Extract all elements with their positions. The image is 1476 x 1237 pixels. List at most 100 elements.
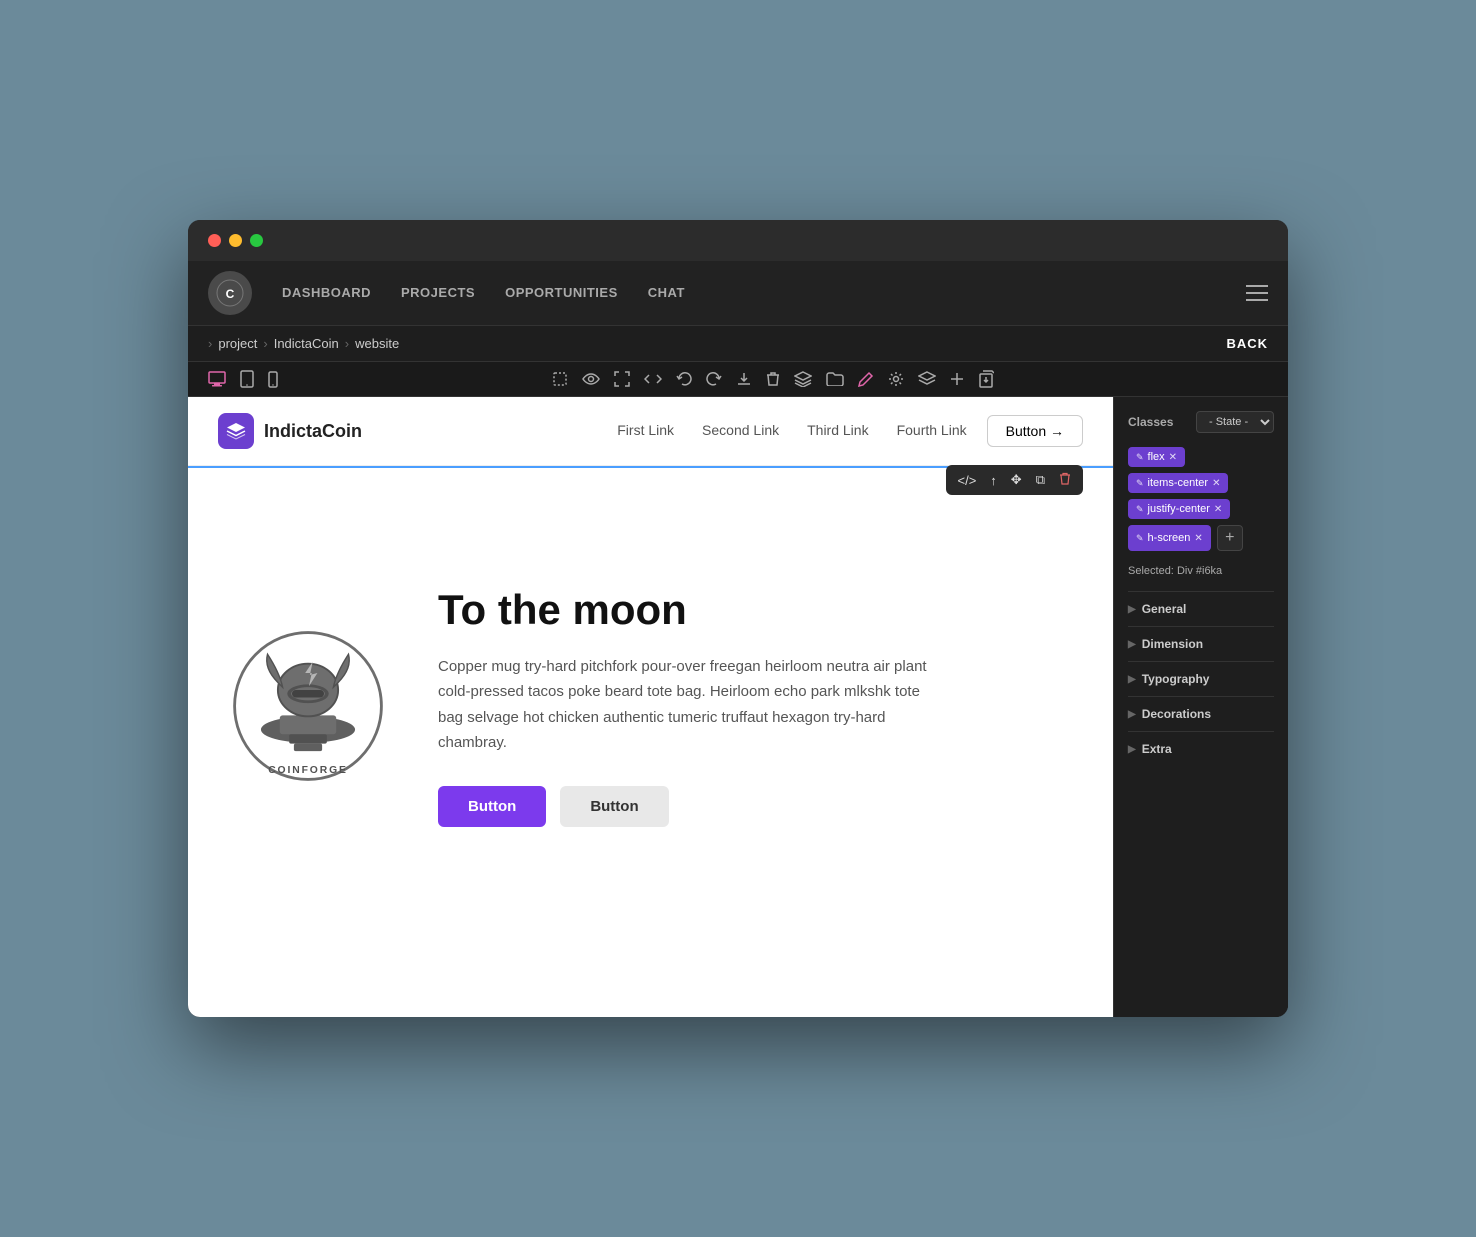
site-nav-third-link[interactable]: Third Link bbox=[807, 422, 868, 440]
tag-flex: ✎ flex ✕ bbox=[1128, 447, 1185, 467]
nav-item-dashboard[interactable]: DASHBOARD bbox=[282, 284, 371, 302]
breadcrumb-bar: › project › IndictaCoin › website BACK bbox=[188, 326, 1288, 362]
site-nav-button[interactable]: Button → bbox=[987, 415, 1083, 447]
center-toolbar-icons bbox=[552, 370, 994, 388]
close-button[interactable] bbox=[208, 234, 221, 247]
site-nav-first-link[interactable]: First Link bbox=[617, 422, 674, 440]
site-logo: IndictaCoin bbox=[218, 413, 362, 449]
section-extra: ▶ Extra bbox=[1128, 731, 1274, 766]
tag-flex-remove[interactable]: ✕ bbox=[1169, 452, 1177, 463]
tag-items-center-remove[interactable]: ✕ bbox=[1212, 478, 1220, 489]
app-window: C DASHBOARD PROJECTS OPPORTUNITIES CHAT … bbox=[188, 220, 1288, 1017]
hero-section: COINFORGE To the moon Copper mug try-har… bbox=[188, 466, 1113, 946]
breadcrumb-chevron: › bbox=[208, 336, 212, 351]
site-logo-icon bbox=[218, 413, 254, 449]
main-nav: C DASHBOARD PROJECTS OPPORTUNITIES CHAT bbox=[188, 261, 1288, 326]
svg-text:C: C bbox=[226, 287, 235, 301]
element-toolbar: </> ↑ ✥ ⧉ bbox=[946, 465, 1084, 495]
section-extra-header[interactable]: ▶ Extra bbox=[1128, 742, 1274, 756]
tag-h-screen-remove[interactable]: ✕ bbox=[1194, 533, 1202, 544]
section-decorations-header[interactable]: ▶ Decorations bbox=[1128, 707, 1274, 721]
nav-links: DASHBOARD PROJECTS OPPORTUNITIES CHAT bbox=[282, 284, 685, 302]
tag-justify-center: ✎ justify-center ✕ bbox=[1128, 499, 1230, 519]
add-tag-button[interactable]: + bbox=[1217, 525, 1243, 551]
hero-secondary-button[interactable]: Button bbox=[560, 786, 668, 827]
tag-flex-label: flex bbox=[1148, 451, 1165, 463]
add-icon[interactable] bbox=[950, 372, 964, 386]
section-extra-label: Extra bbox=[1142, 742, 1172, 756]
element-code-button[interactable]: </> bbox=[952, 470, 983, 491]
section-typography: ▶ Typography bbox=[1128, 661, 1274, 696]
redo-icon[interactable] bbox=[706, 371, 722, 387]
mobile-icon[interactable] bbox=[268, 371, 278, 388]
tag-justify-center-label: justify-center bbox=[1148, 503, 1210, 515]
section-decorations-label: Decorations bbox=[1142, 707, 1211, 721]
settings-icon[interactable] bbox=[888, 371, 904, 387]
hero-body: Copper mug try-hard pitchfork pour-over … bbox=[438, 654, 938, 756]
download-icon[interactable] bbox=[736, 371, 752, 387]
breadcrumb-item-indicta[interactable]: IndictaCoin bbox=[274, 336, 339, 351]
site-nav: IndictaCoin First Link Second Link Third… bbox=[188, 397, 1113, 466]
trash-icon[interactable] bbox=[766, 371, 780, 387]
breadcrumb: › project › IndictaCoin › website bbox=[208, 336, 399, 351]
folder-icon[interactable] bbox=[826, 372, 844, 386]
tags-area: ✎ flex ✕ ✎ items-center ✕ ✎ justify-cent… bbox=[1128, 447, 1274, 551]
tag-h-screen-label: h-screen bbox=[1148, 532, 1191, 544]
section-typography-chevron: ▶ bbox=[1128, 674, 1136, 685]
nav-item-chat[interactable]: CHAT bbox=[648, 284, 685, 302]
nav-item-opportunities[interactable]: OPPORTUNITIES bbox=[505, 284, 618, 302]
element-copy-button[interactable]: ⧉ bbox=[1030, 469, 1051, 491]
import-icon[interactable] bbox=[978, 370, 994, 388]
hero-primary-button[interactable]: Button bbox=[438, 786, 546, 827]
tag-justify-center-remove[interactable]: ✕ bbox=[1214, 504, 1222, 515]
section-dimension-label: Dimension bbox=[1142, 637, 1203, 651]
element-move-button[interactable]: ✥ bbox=[1005, 469, 1028, 491]
fullscreen-icon[interactable] bbox=[614, 371, 630, 387]
section-dimension-chevron: ▶ bbox=[1128, 639, 1136, 650]
tag-items-center: ✎ items-center ✕ bbox=[1128, 473, 1228, 493]
element-delete-button[interactable] bbox=[1053, 469, 1077, 491]
hamburger-menu[interactable] bbox=[1246, 285, 1268, 301]
section-general-chevron: ▶ bbox=[1128, 604, 1136, 615]
tablet-icon[interactable] bbox=[240, 370, 254, 388]
select-icon[interactable] bbox=[552, 371, 568, 387]
section-general-header[interactable]: ▶ General bbox=[1128, 602, 1274, 616]
eye-icon[interactable] bbox=[582, 373, 600, 385]
breadcrumb-item-project[interactable]: project bbox=[218, 336, 257, 351]
stack-icon[interactable] bbox=[918, 371, 936, 387]
site-nav-second-link[interactable]: Second Link bbox=[702, 422, 779, 440]
code-icon[interactable] bbox=[644, 372, 662, 386]
right-panel: Classes - State - ✎ flex ✕ ✎ items-cente… bbox=[1113, 397, 1288, 1017]
tag-h-screen-icon: ✎ bbox=[1136, 533, 1144, 544]
section-decorations: ▶ Decorations bbox=[1128, 696, 1274, 731]
minimize-button[interactable] bbox=[229, 234, 242, 247]
preview-area: IndictaCoin First Link Second Link Third… bbox=[188, 397, 1113, 1017]
element-up-button[interactable]: ↑ bbox=[984, 470, 1003, 491]
section-dimension-header[interactable]: ▶ Dimension bbox=[1128, 637, 1274, 651]
title-bar bbox=[188, 220, 1288, 261]
section-extra-chevron: ▶ bbox=[1128, 744, 1136, 755]
undo-icon[interactable] bbox=[676, 371, 692, 387]
hero-logo: COINFORGE bbox=[218, 626, 398, 786]
content-area: IndictaCoin First Link Second Link Third… bbox=[188, 397, 1288, 1017]
selected-label: Selected: bbox=[1128, 565, 1174, 577]
desktop-icon[interactable] bbox=[208, 370, 226, 388]
device-icons bbox=[208, 370, 278, 388]
section-typography-header[interactable]: ▶ Typography bbox=[1128, 672, 1274, 686]
state-dropdown[interactable]: - State - bbox=[1196, 411, 1274, 433]
section-decorations-chevron: ▶ bbox=[1128, 709, 1136, 720]
nav-item-projects[interactable]: PROJECTS bbox=[401, 284, 475, 302]
panel-header: Classes - State - bbox=[1128, 411, 1274, 433]
maximize-button[interactable] bbox=[250, 234, 263, 247]
section-general: ▶ General bbox=[1128, 591, 1274, 626]
svg-text:COINFORGE: COINFORGE bbox=[268, 765, 348, 776]
website-preview: IndictaCoin First Link Second Link Third… bbox=[188, 397, 1113, 1017]
tag-items-center-label: items-center bbox=[1148, 477, 1209, 489]
back-button[interactable]: BACK bbox=[1226, 336, 1268, 351]
pen-icon[interactable] bbox=[858, 371, 874, 387]
hero-buttons: Button Button bbox=[438, 786, 1083, 827]
brand-logo: C bbox=[208, 271, 252, 315]
breadcrumb-item-website[interactable]: website bbox=[355, 336, 399, 351]
layers-icon[interactable] bbox=[794, 371, 812, 387]
site-nav-fourth-link[interactable]: Fourth Link bbox=[897, 422, 967, 440]
